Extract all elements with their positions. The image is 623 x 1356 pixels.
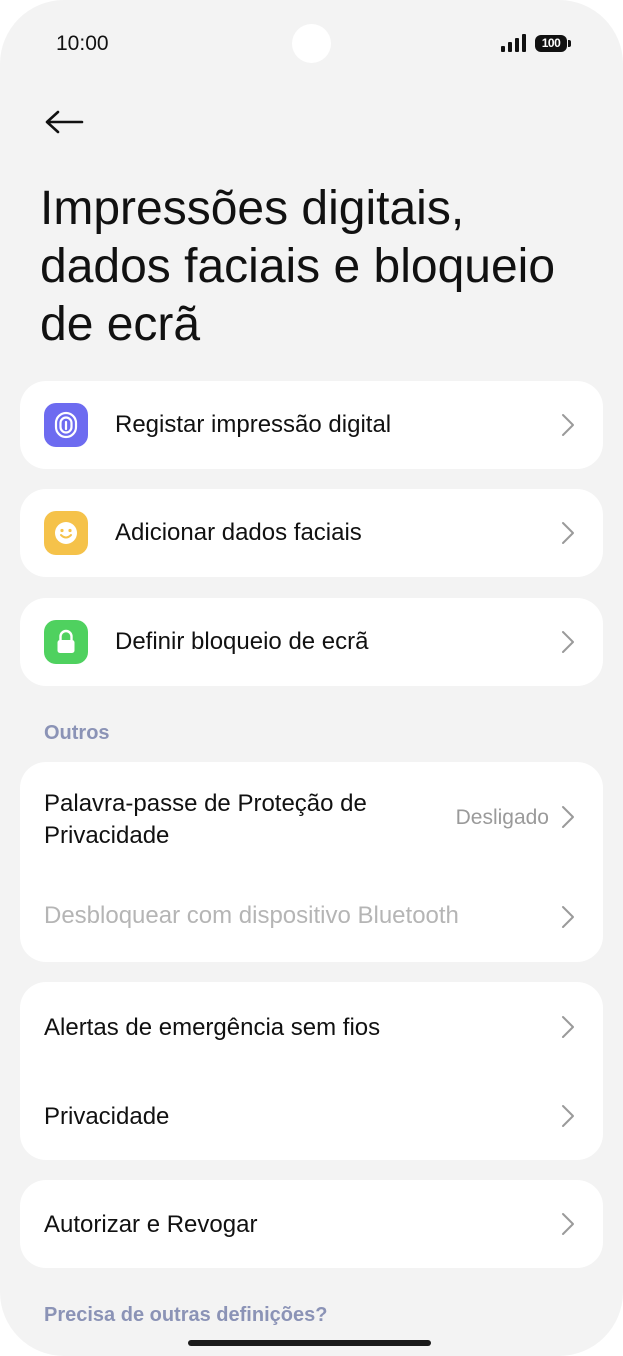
register-fingerprint-label: Registar impressão digital (115, 411, 392, 438)
chevron-right-icon (562, 1213, 574, 1235)
lock-icon (44, 620, 88, 664)
chevron-right-icon (562, 906, 574, 928)
face-icon (44, 511, 88, 555)
set-screen-lock-item[interactable]: Definir bloqueio de ecrã (20, 598, 603, 686)
privacy-password-value: Desligado (455, 806, 549, 829)
back-arrow-icon (45, 110, 84, 134)
help-text[interactable]: Precisa de outras definições? (44, 1304, 327, 1327)
bluetooth-unlock-item[interactable]: Desbloquear com dispositivo Bluetooth (20, 872, 603, 962)
status-time: 10:00 (56, 32, 109, 55)
fingerprint-card[interactable]: Registar impressão digital (20, 381, 603, 469)
chevron-right-icon (562, 1104, 574, 1127)
back-button[interactable] (40, 100, 88, 144)
face-card[interactable]: Adicionar dados faciais (20, 489, 603, 577)
set-screen-lock-label: Definir bloqueio de ecrã (115, 628, 369, 655)
chevron-right-icon (562, 522, 574, 544)
add-face-data-label: Adicionar dados faciais (115, 519, 362, 546)
register-fingerprint-item[interactable]: Registar impressão digital (20, 381, 603, 469)
chevron-right-icon (562, 1015, 574, 1038)
privacy-label: Privacidade (44, 1103, 170, 1130)
privacy-item[interactable]: Privacidade (20, 1071, 603, 1160)
others-card: Palavra-passe de Proteção de Privacidade… (20, 762, 603, 962)
fingerprint-icon (44, 403, 88, 447)
privacy-password-item[interactable]: Palavra-passe de Proteção de Privacidade… (20, 762, 603, 872)
status-icons: 100 (501, 34, 571, 52)
privacy-password-label: Palavra-passe de Proteção de Privacidade (44, 790, 367, 849)
add-face-data-item[interactable]: Adicionar dados faciais (20, 489, 603, 577)
phone-screen: 10:00 100 Impressões digitais, dados fac… (0, 0, 623, 1356)
battery-icon: 100 (535, 34, 571, 52)
signal-icon (501, 34, 526, 52)
camera-cutout (292, 24, 331, 63)
authorize-revoke-label: Autorizar e Revogar (44, 1211, 258, 1238)
authorize-card: Autorizar e Revogar (20, 1180, 603, 1268)
alerts-privacy-card: Alertas de emergência sem fios Privacida… (20, 982, 603, 1160)
page-title: Impressões digitais, dados faciais e blo… (40, 182, 556, 351)
emergency-alerts-label: Alertas de emergência sem fios (44, 1014, 381, 1041)
screen-lock-card[interactable]: Definir bloqueio de ecrã (20, 598, 603, 686)
bluetooth-unlock-label: Desbloquear com dispositivo Bluetooth (44, 902, 459, 929)
chevron-right-icon (562, 414, 574, 436)
chevron-right-icon (562, 631, 574, 653)
home-indicator[interactable] (188, 1340, 431, 1346)
section-title-others: Outros (44, 722, 110, 744)
emergency-alerts-item[interactable]: Alertas de emergência sem fios (20, 982, 603, 1071)
chevron-right-icon (562, 806, 574, 828)
authorize-revoke-item[interactable]: Autorizar e Revogar (20, 1180, 603, 1268)
